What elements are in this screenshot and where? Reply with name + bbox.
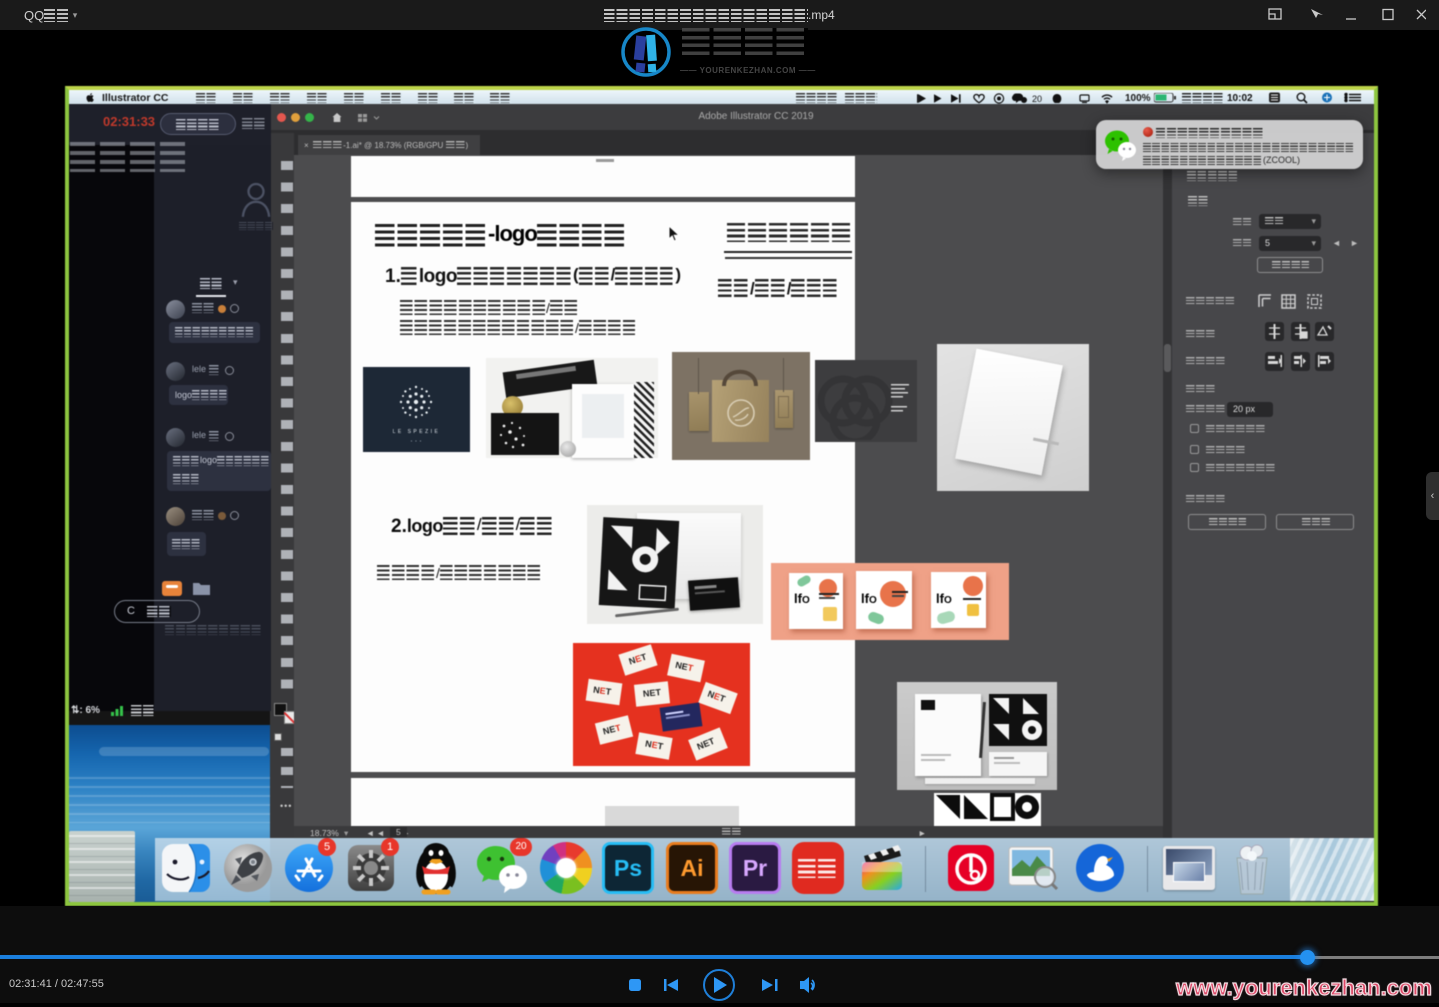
svg-text:20: 20 — [1032, 94, 1042, 104]
